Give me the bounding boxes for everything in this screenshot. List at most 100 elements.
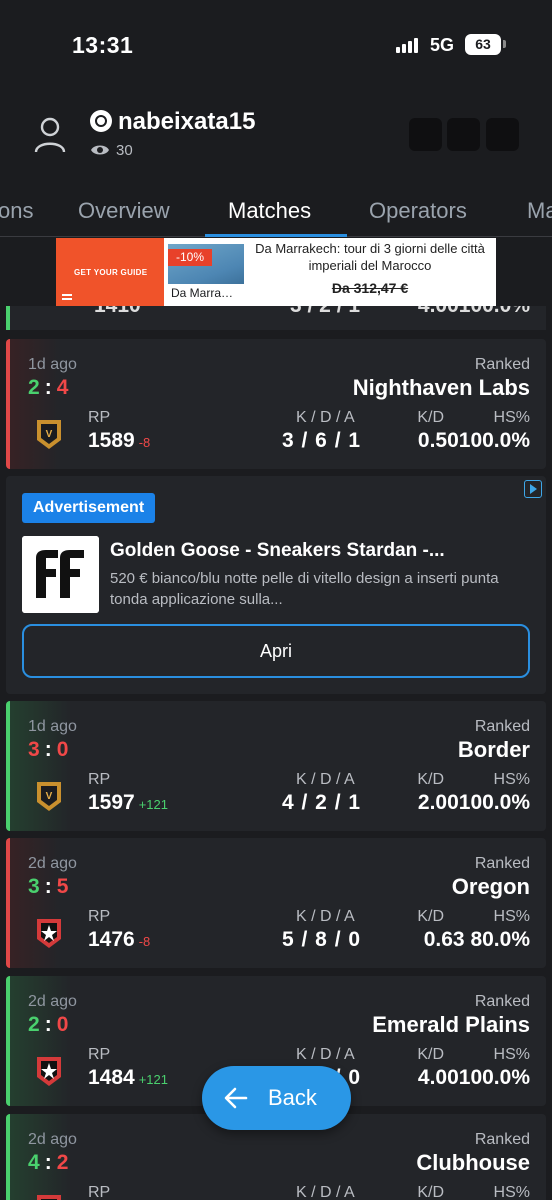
rp-value: 1597 +121 (88, 791, 169, 814)
ff-brand-logo (22, 536, 99, 613)
match-score: 2:0 (28, 1013, 70, 1036)
rp-label: RP (88, 1046, 111, 1063)
tab-overview[interactable]: Overview (78, 198, 170, 224)
match-card[interactable]: 1d ago 3:0 Ranked Border V RP K / D / A … (6, 701, 546, 831)
rp-label: RP (88, 1184, 111, 1200)
match-mode: Ranked (474, 1131, 530, 1148)
tab-maps[interactable]: Ma (527, 198, 552, 224)
kd-label: K/D (417, 1046, 444, 1063)
kda-label: K / D / A (296, 409, 355, 426)
svg-text:V: V (46, 429, 53, 440)
kda-label: K / D / A (296, 1184, 355, 1200)
kda-value: 3 / 2 / 1 (290, 306, 360, 318)
getyourguide-logo: GET YOUR GUIDE (56, 238, 164, 306)
eye-icon (91, 145, 109, 155)
active-tab-indicator (205, 234, 347, 237)
brand-label: GET YOUR GUIDE (74, 268, 148, 277)
kda-label: K / D / A (296, 771, 355, 788)
match-map: Emerald Plains (372, 1012, 530, 1037)
view-count: 30 (116, 142, 133, 159)
rp-delta: +121 (138, 797, 169, 812)
rank-red-icon (37, 1195, 61, 1200)
discount-badge: -10% (168, 249, 212, 266)
rp-value: 1589 -8 (88, 429, 151, 452)
back-label: Back (268, 1085, 317, 1110)
match-score: 4:2 (28, 1151, 70, 1174)
rp-delta: -8 (138, 934, 151, 949)
hs-label: HS% (493, 409, 530, 426)
rp-label: RP (88, 771, 111, 788)
header-action-button-3[interactable] (486, 118, 519, 151)
back-button[interactable]: Back (202, 1066, 351, 1130)
ad-price: Da 312,47 € (331, 280, 409, 296)
ad-open-button[interactable]: Apri (22, 624, 530, 678)
kd-hs-value: 2.00100.0% (417, 791, 530, 814)
match-time: 2d ago (28, 1131, 77, 1148)
rank-gold-icon: V (37, 420, 61, 449)
rp-label: RP (88, 908, 111, 925)
ad-description: 520 € bianco/blu notte pelle di vitello … (110, 570, 499, 608)
match-card[interactable]: 1d ago 2:4 Ranked Nighthaven Labs V RP K… (6, 339, 546, 469)
status-time: 13:31 (72, 32, 134, 58)
rank-red-icon (37, 919, 61, 948)
username: nabeixata15 (118, 108, 256, 135)
kda-label: K / D / A (296, 908, 355, 925)
match-time: 2d ago (28, 855, 77, 872)
match-mode: Ranked (474, 855, 530, 872)
result-bar (6, 306, 10, 330)
match-card-partial[interactable]: 1410 3 / 2 / 1 4.00100.0% (6, 306, 546, 330)
result-bar (6, 339, 10, 469)
status-bar: 13:31 5G 63 (0, 0, 552, 90)
kd-label: K/D (417, 1184, 444, 1200)
tab-matches[interactable]: Matches (228, 198, 311, 224)
ad-image-caption: Da Marra… (168, 284, 244, 302)
match-map: Clubhouse (416, 1150, 530, 1175)
rp-delta: -8 (138, 435, 151, 450)
kd-hs-value: 0.63 80.0% (423, 928, 530, 951)
kda-value: 5 / 8 / 0 (282, 928, 362, 951)
kd-hs-value: 4.00100.0% (417, 1066, 530, 1089)
adchoices-icon[interactable] (524, 480, 542, 498)
match-score: 2:4 (28, 376, 70, 399)
battery-tip (503, 40, 506, 48)
ubisoft-icon (90, 110, 112, 132)
native-ad[interactable]: Advertisement Golden Goose - Sneakers St… (6, 476, 546, 694)
tab-sessions[interactable]: ons (0, 198, 33, 224)
kd-label: K/D (417, 409, 444, 426)
kda-label: K / D / A (296, 1046, 355, 1063)
network-type: 5G (430, 35, 455, 55)
hs-label: HS% (493, 771, 530, 788)
tab-bar: ons Overview Matches Operators Ma (0, 185, 552, 237)
result-bar (6, 976, 10, 1106)
match-map: Nighthaven Labs (352, 375, 530, 400)
signal-icon (396, 37, 422, 53)
header-action-button-2[interactable] (447, 118, 480, 151)
rp-label: RP (88, 409, 111, 426)
rank-red-icon (37, 1057, 61, 1086)
rp-value: 1484 +121 (88, 1066, 169, 1089)
match-mode: Ranked (474, 718, 530, 735)
match-score: 3:5 (28, 875, 70, 898)
hs-label: HS% (493, 1046, 530, 1063)
kda-value: 4 / 2 / 1 (282, 791, 362, 814)
result-bar (6, 701, 10, 831)
banner-ad[interactable]: GET YOUR GUIDE -10% Da Marra… Da Marrake… (56, 238, 496, 306)
match-card[interactable]: 2d ago 3:5 Ranked Oregon RP K / D / A K/… (6, 838, 546, 968)
hs-label: HS% (493, 1184, 530, 1200)
match-score: 3:0 (28, 738, 70, 761)
menu-icon (62, 294, 72, 296)
tab-operators[interactable]: Operators (369, 198, 467, 224)
ad-image: -10% Da Marra… (168, 244, 244, 302)
kda-value: 3 / 6 / 1 (282, 429, 362, 452)
header-action-button-1[interactable] (409, 118, 442, 151)
kd-hs-value: 4.00100.0% (418, 306, 530, 318)
advertisement-badge: Advertisement (22, 493, 156, 523)
kd-label: K/D (417, 771, 444, 788)
user-icon[interactable] (34, 117, 66, 153)
rp-value: 1476 -8 (88, 928, 151, 951)
rp-value: 1410 (94, 306, 141, 318)
kd-label: K/D (417, 908, 444, 925)
match-time: 2d ago (28, 993, 77, 1010)
match-mode: Ranked (474, 356, 530, 373)
result-bar (6, 1114, 10, 1200)
